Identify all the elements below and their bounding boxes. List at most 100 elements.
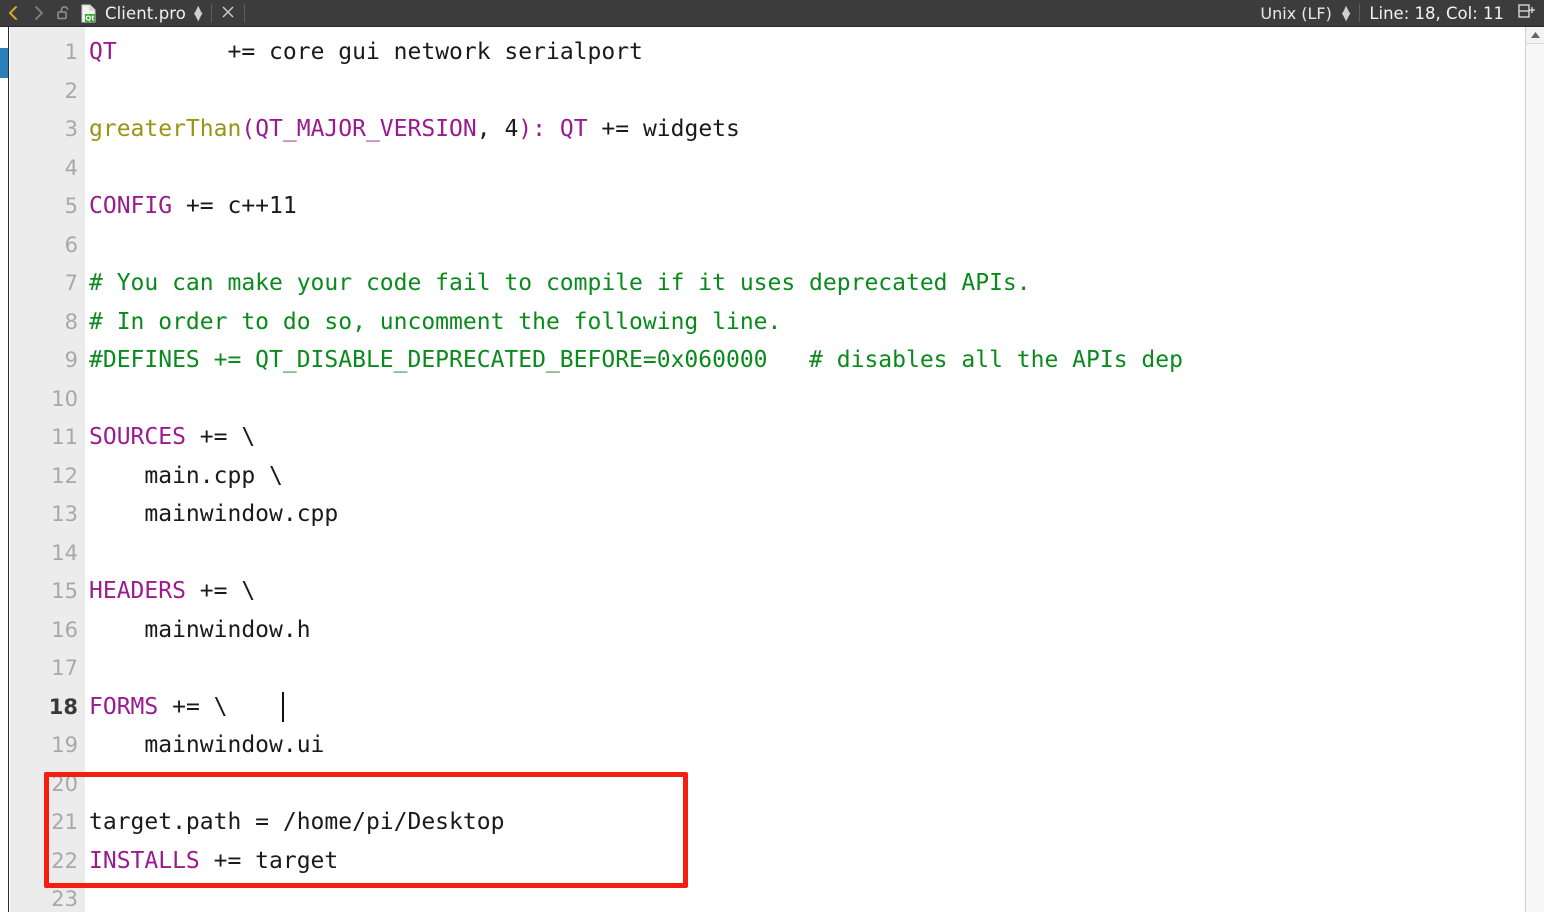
code-line[interactable]: HEADERS += \: [89, 572, 255, 610]
file-with-qt-badge-glyph: Qt: [81, 4, 96, 22]
tab-list-spinner-icon[interactable]: ▲ ▼: [194, 4, 203, 23]
split-pane-add-icon[interactable]: [1518, 3, 1536, 23]
line-number: 9: [64, 348, 78, 372]
code-token: greaterThan: [89, 116, 242, 142]
line-number: 16: [51, 617, 78, 642]
code-token: += c++11: [172, 193, 297, 219]
line-number-gutter: 1 2 3 4 5 6 7 8 9 10 11 12 13 14 15 16 17 18 19 20 21 22 23: [10, 27, 85, 912]
line-number: 21: [51, 810, 78, 834]
code-content-pane[interactable]: QT += core gui network serialport greater…: [85, 27, 1525, 912]
code-token: += core gui network serialport: [116, 39, 643, 65]
code-line[interactable]: # You can make your code fail to compile…: [89, 264, 1031, 302]
active-file-tab-title[interactable]: Client.pro: [105, 4, 186, 23]
code-token: (: [241, 116, 256, 142]
titlebar-divider-3: [1359, 4, 1361, 22]
code-token: main.cpp \: [89, 462, 283, 489]
code-line[interactable]: CONFIG += c++11: [89, 187, 297, 225]
code-token: #DEFINES += QT_DISABLE_DEPRECATED_BEFORE…: [89, 347, 1183, 373]
line-ending-mode-label[interactable]: Unix (LF): [1260, 4, 1331, 23]
line-number: 12: [51, 463, 78, 488]
code-line[interactable]: FORMS += \: [89, 688, 228, 726]
code-line[interactable]: mainwindow.ui: [89, 726, 324, 764]
line-number: 13: [51, 502, 78, 526]
code-token: # In order to do so, uncomment the follo…: [89, 308, 782, 335]
padlock-open-glyph: [57, 6, 69, 20]
spinner-down-arrow: ▼: [1341, 10, 1351, 23]
chevron-right-icon: [35, 6, 43, 20]
code-token: += \: [158, 693, 228, 720]
code-token: SOURCES: [89, 424, 186, 450]
code-token: QT: [89, 39, 117, 65]
line-number: 15: [51, 579, 78, 603]
code-line[interactable]: QT += core gui network serialport: [89, 33, 643, 71]
line-number: 17: [51, 656, 78, 680]
line-number: 11: [51, 425, 78, 449]
titlebar-divider-2: [244, 4, 246, 22]
code-token: mainwindow.cpp: [89, 501, 339, 527]
titlebar-right-group: Unix (LF) ▲ ▼ Line: 18, Col: 11: [1260, 0, 1544, 27]
line-number: 7: [64, 271, 78, 295]
unlocked-padlock-icon[interactable]: [52, 0, 76, 27]
cursor-position-label[interactable]: Line: 18, Col: 11: [1369, 4, 1504, 23]
line-number: 8: [64, 309, 78, 334]
code-line[interactable]: #DEFINES += QT_DISABLE_DEPRECATED_BEFORE…: [89, 341, 1183, 379]
vertical-scrollbar[interactable]: [1525, 27, 1544, 912]
line-number: 23: [51, 887, 78, 911]
code-token: ):: [518, 116, 546, 142]
line-number: 18: [48, 694, 78, 719]
line-number: 22: [51, 848, 78, 873]
code-token: += widgets: [587, 116, 740, 142]
code-line[interactable]: # In order to do so, uncomment the follo…: [89, 303, 781, 341]
line-number: 14: [51, 540, 78, 565]
code-token: QT_MAJOR_VERSION: [255, 116, 477, 142]
text-cursor: [281, 691, 284, 722]
code-line[interactable]: target.path = /home/pi/Desktop: [89, 803, 504, 841]
code-line[interactable]: main.cpp \: [89, 457, 283, 495]
titlebar-divider-1: [211, 4, 213, 22]
forward-navigation-icon[interactable]: [26, 0, 52, 27]
code-token: += \: [185, 424, 256, 450]
modified-lines-marker: [0, 48, 8, 78]
line-number: 6: [64, 232, 78, 257]
qt-project-file-icon: Qt: [76, 0, 102, 27]
code-token: mainwindow.ui: [89, 732, 325, 758]
line-number: 4: [64, 155, 78, 180]
line-number: 3: [64, 117, 78, 141]
svg-text:Qt: Qt: [85, 14, 95, 22]
code-line[interactable]: mainwindow.h: [89, 611, 311, 649]
line-number: 2: [64, 78, 78, 103]
code-token: target.path = /home/pi/Desktop: [89, 809, 505, 835]
scroll-up-arrow-icon[interactable]: [1526, 27, 1544, 44]
line-number: 19: [51, 733, 78, 757]
code-token: # You can make your code fail to compile…: [89, 270, 1031, 296]
close-tab-icon[interactable]: [221, 4, 235, 23]
close-x-glyph: [222, 5, 235, 18]
code-token: QT: [559, 116, 588, 142]
line-number: 5: [64, 194, 78, 218]
line-number: 20: [51, 771, 78, 796]
code-token: INSTALLS: [89, 847, 200, 874]
code-line[interactable]: mainwindow.cpp: [89, 495, 338, 533]
line-number: 1: [64, 40, 78, 64]
back-navigation-icon[interactable]: [0, 0, 26, 27]
code-token: += \: [185, 578, 256, 604]
code-line[interactable]: SOURCES += \: [89, 418, 255, 456]
line-ending-spinner-icon[interactable]: ▲ ▼: [1341, 4, 1351, 23]
change-marker-strip: [0, 27, 9, 912]
code-token: += target: [199, 847, 339, 874]
code-token: , 4: [476, 116, 519, 142]
code-line[interactable]: greaterThan(QT_MAJOR_VERSION, 4): QT += …: [89, 110, 740, 148]
line-number: 10: [51, 386, 78, 411]
spinner-down-arrow: ▼: [194, 10, 203, 23]
split-pane-glyph: [1518, 4, 1535, 18]
code-token: HEADERS: [89, 578, 186, 604]
editor-title-bar: Qt Client.pro ▲ ▼ Unix (LF) ▲ ▼ Line: 18…: [0, 0, 1544, 27]
code-line[interactable]: INSTALLS += target: [89, 842, 338, 880]
chevron-left-icon: [9, 6, 17, 20]
scroll-up-arrow-glyph: [1531, 32, 1540, 38]
code-token: FORMS: [89, 693, 159, 720]
code-token: mainwindow.h: [89, 616, 311, 643]
code-editor[interactable]: 1 2 3 4 5 6 7 8 9 10 11 12 13 14 15 16 17 18 19 20 21 22 23 QT…: [0, 27, 1544, 912]
code-token: CONFIG: [89, 193, 173, 219]
